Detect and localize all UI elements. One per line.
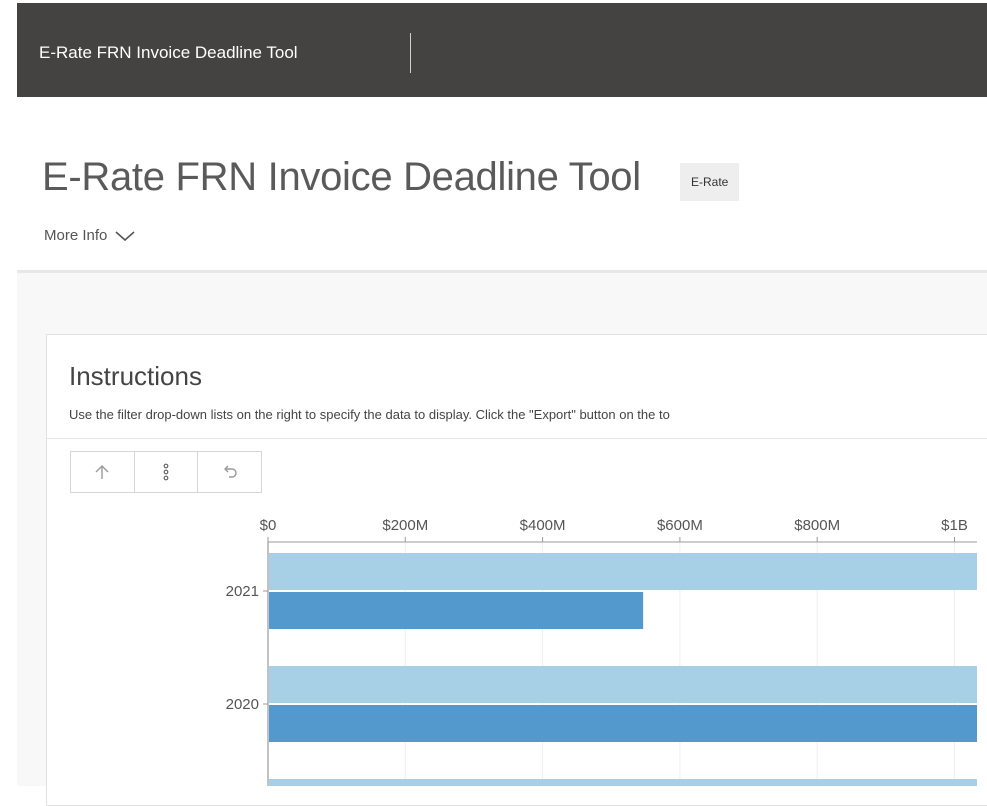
bar-2020-series-2[interactable] [269,705,983,742]
y-category-label: 2020 [226,696,259,713]
x-tick-label: $200M [382,517,428,534]
x-tick-label: $600M [657,517,703,534]
bar-2021-series-1[interactable] [269,553,983,590]
bar-2020-series-1[interactable] [269,666,983,703]
bar-next-group-partial [269,779,977,786]
x-tick-label: $0 [260,517,277,534]
bar-2021-series-2[interactable] [269,592,644,629]
bar-chart: $0 $200M $400M $600M $800M $1B 2021 2020 [226,517,983,786]
x-tick-label: $1B [941,517,968,534]
x-tick-label: $400M [520,517,566,534]
x-tick-label: $800M [794,517,840,534]
y-category-label: 2021 [226,583,259,600]
